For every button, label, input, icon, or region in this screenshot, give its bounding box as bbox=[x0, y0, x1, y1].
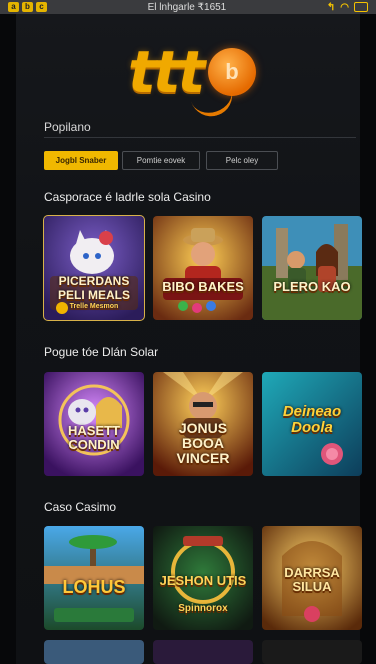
section-heading: Pogue tóe Dlán Solar bbox=[44, 345, 159, 359]
section-label: Popilano bbox=[44, 120, 91, 134]
section-heading: Caso Casimo bbox=[44, 500, 117, 514]
game-title: DARRSA SILUA bbox=[284, 565, 340, 594]
game-tile[interactable]: BIBO BAKES bbox=[153, 216, 253, 320]
tab-3[interactable]: Pelc oley bbox=[206, 151, 278, 170]
game-subtitle: Spinnorox bbox=[178, 603, 228, 614]
notification-icon: b bbox=[22, 2, 33, 12]
game-title: PLERO KAO bbox=[273, 279, 351, 294]
status-right-icons: ↰ ◠ bbox=[327, 2, 368, 13]
game-tile[interactable]: JONUS BOOA VINCER bbox=[153, 372, 253, 476]
signal-arrow-icon: ↰ bbox=[326, 1, 336, 13]
status-left-icons: a b c bbox=[8, 2, 47, 12]
brand-logo[interactable]: ttt b bbox=[128, 36, 258, 122]
notification-icon: c bbox=[36, 2, 47, 12]
status-bar: a b c El lnhgarle ₹1651 ↰ ◠ bbox=[0, 0, 376, 14]
game-tile[interactable]: LOHUS bbox=[44, 526, 144, 630]
notification-icon: a bbox=[8, 2, 19, 12]
game-tile[interactable]: DARRSA SILUA bbox=[262, 526, 362, 630]
game-title: JONUS BOOA VINCER bbox=[176, 420, 230, 466]
game-tile[interactable]: JESHON UTIS Spinnorox bbox=[153, 526, 253, 630]
game-title: LOHUS bbox=[62, 577, 126, 597]
right-edge bbox=[360, 14, 376, 664]
section-heading: Casporace é ladrle sola Casino bbox=[44, 190, 211, 204]
left-edge bbox=[0, 14, 16, 664]
game-tile[interactable]: PICERDANS PELI MEALS Trelle Mesmon bbox=[43, 215, 145, 321]
game-subtitle: Trelle Mesmon bbox=[69, 303, 119, 310]
game-title: PICERDANS PELI MEALS bbox=[57, 274, 130, 302]
game-tile-partial[interactable] bbox=[153, 640, 253, 664]
battery-icon bbox=[353, 2, 368, 12]
status-center-text: El lnhgarle ₹1651 bbox=[147, 1, 227, 13]
game-title: Deineao Doola bbox=[282, 403, 342, 436]
tab-2[interactable]: Pomtie eovek bbox=[122, 151, 200, 170]
game-tile-partial[interactable] bbox=[44, 640, 144, 664]
game-tile[interactable]: PLERO KAO bbox=[262, 216, 362, 320]
wifi-icon: ◠ bbox=[340, 1, 349, 13]
game-art bbox=[262, 216, 362, 320]
game-tile[interactable]: Deineao Doola bbox=[262, 372, 362, 476]
game-tile[interactable]: HASETT CONDIN bbox=[44, 372, 144, 476]
game-title: BIBO BAKES bbox=[162, 279, 244, 294]
game-title: HASETT CONDIN bbox=[68, 423, 120, 452]
game-tile-partial[interactable] bbox=[262, 640, 362, 664]
game-art bbox=[153, 216, 253, 320]
tab-bar: Jogbl Snaber Pomtie eovek Pelc oley bbox=[44, 151, 278, 170]
tab-1[interactable]: Jogbl Snaber bbox=[44, 151, 118, 170]
game-title: JESHON UTIS bbox=[159, 573, 247, 588]
divider bbox=[44, 137, 356, 138]
